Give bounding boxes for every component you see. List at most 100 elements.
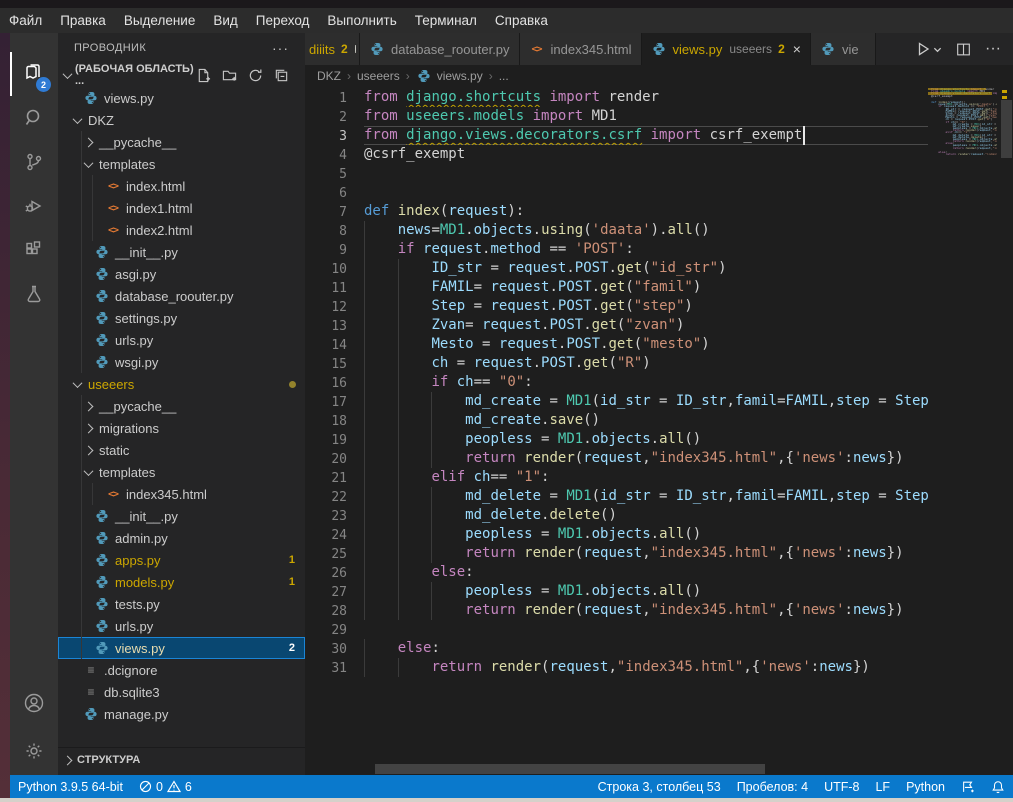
tree-folder--pycache-[interactable]: __pycache__: [58, 395, 305, 417]
code-line-23: 23 md_delete.delete(): [305, 506, 928, 525]
tab-index345.html[interactable]: <>index345.html: [520, 33, 642, 65]
menu-item-4[interactable]: Вид: [204, 8, 246, 33]
tree-file-database-roouter-py[interactable]: database_roouter.py: [58, 285, 305, 307]
tree-file--dcignore[interactable]: ≡.dcignore: [58, 659, 305, 681]
tab-views.py[interactable]: views.pyuseeers2×: [642, 33, 811, 65]
tree-item-label: index2.html: [126, 223, 192, 238]
tree-file-models-py[interactable]: models.py1: [58, 571, 305, 593]
tree-file-views-py[interactable]: views.py2: [58, 637, 305, 659]
indent-guide: [364, 373, 365, 392]
tree-folder-templates[interactable]: templates: [58, 461, 305, 483]
tab-vie[interactable]: vie: [811, 33, 876, 65]
code-line-text: [364, 620, 928, 639]
tree-file-apps-py[interactable]: apps.py1: [58, 549, 305, 571]
status-bar: Python 3.9.5 64-bit 0 6 Строка 3, столбе…: [10, 775, 1013, 798]
tree-file-asgi-py[interactable]: asgi.py: [58, 263, 305, 285]
feedback-icon[interactable]: [953, 775, 983, 798]
tree-item-label: __pycache__: [99, 399, 176, 414]
settings-gear-icon[interactable]: [10, 729, 58, 773]
new-file-icon[interactable]: [196, 68, 211, 83]
tree-file-index1-html[interactable]: <>index1.html: [58, 197, 305, 219]
tree-item-label: __init__.py: [115, 245, 178, 260]
tab-close-icon[interactable]: ×: [793, 41, 801, 57]
tree-file-index345-html[interactable]: <>index345.html: [58, 483, 305, 505]
account-icon[interactable]: [10, 681, 58, 725]
tree-file-index-html[interactable]: <>index.html: [58, 175, 305, 197]
new-folder-icon[interactable]: [222, 68, 237, 83]
refresh-icon[interactable]: [248, 68, 263, 83]
menu-item-3[interactable]: Выделение: [115, 8, 205, 33]
tree-file-admin-py[interactable]: admin.py: [58, 527, 305, 549]
run-python-file-button[interactable]: [915, 41, 942, 57]
line-number: 28: [305, 601, 347, 620]
problems-status[interactable]: 0 6: [131, 775, 200, 798]
tree-folder--pycache-[interactable]: __pycache__: [58, 131, 305, 153]
breadcrumb-item-useeers[interactable]: useeers: [357, 69, 400, 83]
notifications-bell-icon[interactable]: [983, 775, 1013, 798]
line-number: 13: [305, 316, 347, 335]
breadcrumb-item-DKZ[interactable]: DKZ: [317, 69, 341, 83]
tree-file-db-sqlite3[interactable]: ≡db.sqlite3: [58, 681, 305, 703]
split-editor-button[interactable]: [956, 42, 971, 57]
tree-file-manage-py[interactable]: manage.py: [58, 703, 305, 725]
menu-item-2[interactable]: Правка: [51, 8, 115, 33]
collapse-all-icon[interactable]: [274, 68, 289, 83]
tree-file-urls-py[interactable]: urls.py: [58, 615, 305, 637]
indentation-status[interactable]: Пробелов: 4: [729, 775, 816, 798]
cursor-position-status[interactable]: Строка 3, столбец 53: [590, 775, 729, 798]
overview-warning-mark: [1002, 90, 1007, 93]
chevron-right-icon: [84, 137, 94, 147]
text-file-icon: ≡: [83, 662, 99, 678]
tree-folder-DKZ[interactable]: DKZ: [58, 109, 305, 131]
tree-folder-static[interactable]: static: [58, 439, 305, 461]
tree-indent-guide: [81, 637, 82, 659]
horizontal-scrollbar[interactable]: [305, 764, 1000, 774]
menu-item-8[interactable]: Справка: [486, 8, 557, 33]
code-line-22: 22 md_delete = MD1(id_str = ID_str,famil…: [305, 487, 928, 506]
vertical-scrollbar-thumb[interactable]: [1001, 100, 1012, 158]
code-line-1: 1from django.shortcuts import render: [305, 88, 928, 107]
tree-file--init-py[interactable]: __init__.py: [58, 241, 305, 263]
tree-folder-templates[interactable]: templates: [58, 153, 305, 175]
tree-file-index2-html[interactable]: <>index2.html: [58, 219, 305, 241]
menu-item-7[interactable]: Терминал: [406, 8, 486, 33]
vertical-scrollbar[interactable]: [1000, 86, 1013, 775]
outline-section-header[interactable]: СТРУКТУРА: [58, 747, 305, 772]
chevron-right-icon: [84, 423, 94, 433]
minimap[interactable]: from django.shortcuts import renderfrom …: [928, 86, 1000, 775]
text-cursor: [803, 126, 805, 145]
menu-item-5[interactable]: Переход: [247, 8, 319, 33]
tree-folder-useeers[interactable]: useeers: [58, 373, 305, 395]
tab-database_roouter.py[interactable]: database_roouter.py: [360, 33, 520, 65]
extensions-icon[interactable]: [10, 228, 58, 272]
code-editor[interactable]: 1from django.shortcuts import render2fro…: [305, 86, 1013, 775]
horizontal-scrollbar-thumb[interactable]: [375, 764, 765, 774]
tree-folder-migrations[interactable]: migrations: [58, 417, 305, 439]
search-icon[interactable]: [10, 96, 58, 140]
tree-file-wsgi-py[interactable]: wsgi.py: [58, 351, 305, 373]
explorer-icon[interactable]: 2: [10, 52, 58, 96]
tree-file-views-py[interactable]: views.py: [58, 87, 305, 109]
chevron-down-icon: [84, 466, 94, 476]
breadcrumb-item-views-py[interactable]: views.py: [437, 69, 483, 83]
tree-file-urls-py[interactable]: urls.py: [58, 329, 305, 351]
workspace-section-header[interactable]: (РАБОЧАЯ ОБЛАСТЬ) ...: [58, 63, 305, 87]
tree-file-settings-py[interactable]: settings.py: [58, 307, 305, 329]
testing-icon[interactable]: [10, 272, 58, 316]
eol-status[interactable]: LF: [867, 775, 898, 798]
views-actions-icon[interactable]: ···: [272, 40, 289, 56]
source-control-icon[interactable]: [10, 140, 58, 184]
code-line-text: elif ch== "1":: [364, 468, 928, 487]
tree-file-tests-py[interactable]: tests.py: [58, 593, 305, 615]
menu-item-6[interactable]: Выполнить: [318, 8, 405, 33]
tree-file--init-py[interactable]: __init__.py: [58, 505, 305, 527]
tab-diiits[interactable]: diiits2: [305, 33, 360, 65]
menu-item-1[interactable]: Файл: [0, 8, 51, 33]
python-interpreter-status[interactable]: Python 3.9.5 64-bit: [10, 775, 131, 798]
breadcrumb-item--[interactable]: ...: [499, 69, 509, 83]
tree-item-label: index.html: [126, 179, 185, 194]
encoding-status[interactable]: UTF-8: [816, 775, 867, 798]
run-debug-icon[interactable]: [10, 184, 58, 228]
language-mode-status[interactable]: Python: [898, 775, 953, 798]
more-actions-icon[interactable]: ···: [985, 40, 1001, 58]
